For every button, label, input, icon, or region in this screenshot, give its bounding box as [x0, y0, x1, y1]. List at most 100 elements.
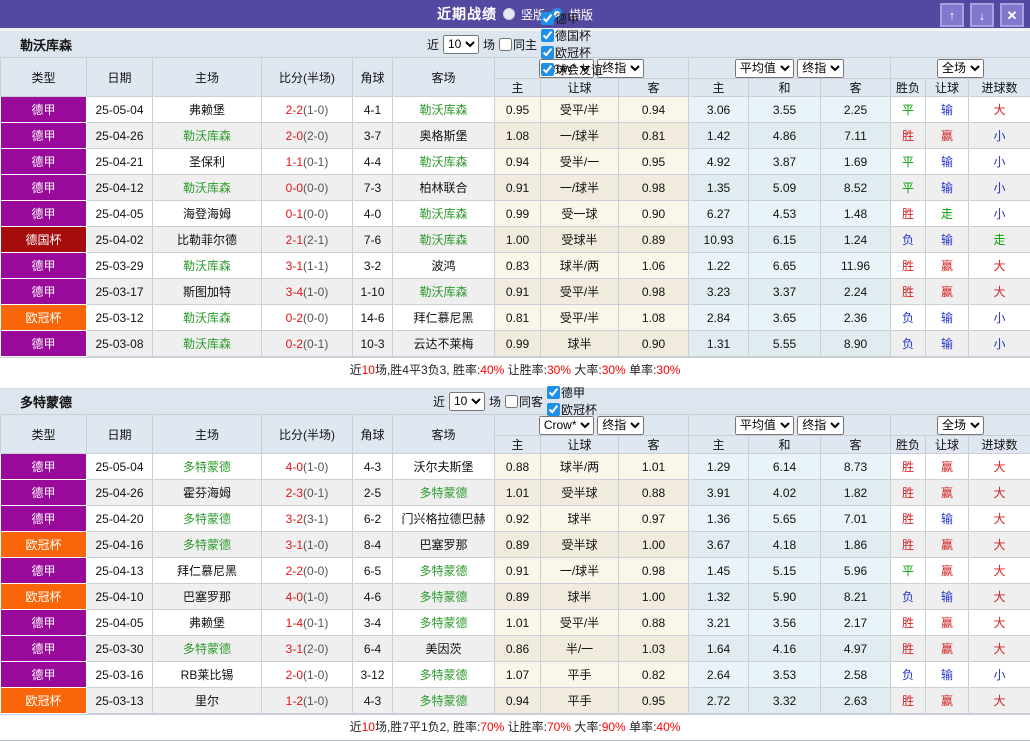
same-venue-filter[interactable]: 同主: [499, 36, 537, 53]
corner-score: 7-6: [353, 227, 393, 253]
summary-segment: 让胜率:: [504, 363, 547, 377]
ah-line: 一/球半: [541, 123, 619, 149]
league-filter[interactable]: 欧冠杯: [547, 401, 597, 418]
col-type: 类型: [1, 415, 87, 454]
ah-away-odds: 0.98: [619, 279, 689, 305]
recent-label-pre: 近: [433, 393, 445, 410]
ah-away-odds: 1.03: [619, 636, 689, 662]
avg-away-odds: 8.52: [821, 175, 891, 201]
avg-draw-odds: 5.65: [749, 506, 821, 532]
corner-score: 3-12: [353, 662, 393, 688]
same-venue-checkbox[interactable]: [505, 395, 518, 408]
ah-time-select[interactable]: 终指: [597, 416, 644, 435]
ah-away-odds: 0.98: [619, 175, 689, 201]
league-filter[interactable]: 球会友谊: [541, 61, 603, 78]
match-date: 25-03-17: [87, 279, 153, 305]
recent-count-select[interactable]: 10: [449, 392, 485, 411]
league-filter[interactable]: 欧冠杯: [541, 44, 603, 61]
half-score: (0-0): [303, 181, 328, 195]
filter-controls: 近 10 场 同主 德甲德国杯欧冠杯球会友谊: [0, 10, 1030, 78]
same-venue-filter[interactable]: 同客: [505, 393, 543, 410]
ah-result-badge: 输: [926, 175, 969, 201]
match-date: 25-04-12: [87, 175, 153, 201]
scope-select[interactable]: 全场: [937, 416, 984, 435]
half-score: (1-0): [303, 590, 328, 604]
avg-home-odds: 1.45: [689, 558, 749, 584]
avg-home-odds: 3.23: [689, 279, 749, 305]
corner-score: 4-3: [353, 688, 393, 714]
goals-result-badge: 小: [969, 149, 1030, 175]
away-team: 勒沃库森: [393, 279, 495, 305]
avg-away-odds: 2.17: [821, 610, 891, 636]
home-team: 多特蒙德: [153, 454, 262, 480]
away-team: 奥格斯堡: [393, 123, 495, 149]
match-date: 25-04-10: [87, 584, 153, 610]
league-filter[interactable]: 德甲: [541, 10, 603, 27]
recent-count-select[interactable]: 10: [443, 35, 479, 54]
score-cell: 3-1(1-0): [262, 532, 353, 558]
same-venue-checkbox[interactable]: [499, 38, 512, 51]
match-row: 欧冠杯25-04-16多特蒙德3-1(1-0)8-4巴塞罗那0.89受半球1.0…: [1, 532, 1030, 558]
corner-score: 3-4: [353, 610, 393, 636]
avg-away-odds: 8.21: [821, 584, 891, 610]
match-date: 25-04-21: [87, 149, 153, 175]
match-date: 25-04-26: [87, 123, 153, 149]
league-badge: 德甲: [1, 97, 87, 123]
summary-segment: 30%: [656, 363, 680, 377]
league-filter[interactable]: 德甲: [547, 384, 597, 401]
league-filter[interactable]: 德国杯: [541, 27, 603, 44]
result-badge: 胜: [891, 454, 926, 480]
home-team: 里尔: [153, 688, 262, 714]
col-score: 比分(半场): [262, 415, 353, 454]
home-team: 多特蒙德: [153, 636, 262, 662]
ah-home-odds: 1.07: [495, 662, 541, 688]
half-score: (1-0): [303, 460, 328, 474]
league-badge: 德甲: [1, 610, 87, 636]
filter-controls: 近 10 场 同客 德甲欧冠杯: [0, 384, 1030, 418]
league-filter-checkbox[interactable]: [541, 29, 554, 42]
avg-time-select[interactable]: 终指: [797, 416, 844, 435]
full-score: 2-3: [286, 486, 303, 500]
goals-result-badge: 大: [969, 636, 1030, 662]
away-team: 多特蒙德: [393, 584, 495, 610]
league-filter-checkbox[interactable]: [547, 403, 560, 416]
full-score: 0-2: [286, 311, 303, 325]
ah-result-badge: 赢: [926, 454, 969, 480]
ah-result-badge: 赢: [926, 532, 969, 558]
avg-select[interactable]: 平均值: [735, 416, 794, 435]
league-filter-checkbox[interactable]: [541, 12, 554, 25]
full-score: 1-4: [286, 616, 303, 630]
full-score: 3-2: [286, 512, 303, 526]
result-badge: 负: [891, 584, 926, 610]
half-score: (0-0): [303, 311, 328, 325]
result-badge: 平: [891, 558, 926, 584]
goals-result-badge: 大: [969, 480, 1030, 506]
full-score: 2-2: [286, 564, 303, 578]
ah-result-badge: 走: [926, 201, 969, 227]
corner-score: 6-5: [353, 558, 393, 584]
league-filter-checkbox[interactable]: [541, 46, 554, 59]
results-body: 德甲25-05-04多特蒙德4-0(1-0)4-3沃尔夫斯堡0.88球半/两1.…: [1, 454, 1030, 714]
result-badge: 胜: [891, 480, 926, 506]
col-result: 胜负: [891, 79, 926, 97]
league-filter-checkbox[interactable]: [547, 386, 560, 399]
away-team: 多特蒙德: [393, 662, 495, 688]
league-filter-checkbox[interactable]: [541, 63, 554, 76]
col-ah-result: 让球: [926, 79, 969, 97]
half-score: (0-1): [303, 616, 328, 630]
result-badge: 胜: [891, 253, 926, 279]
score-cell: 2-2(1-0): [262, 97, 353, 123]
col-avg-draw: 和: [749, 79, 821, 97]
ah-line: 受半球: [541, 480, 619, 506]
summary-segment: 30%: [602, 363, 626, 377]
match-date: 25-04-05: [87, 610, 153, 636]
odds-source-select[interactable]: Crow*: [539, 416, 594, 435]
corner-score: 10-3: [353, 331, 393, 357]
ah-home-odds: 0.86: [495, 636, 541, 662]
goals-result-badge: 走: [969, 227, 1030, 253]
score-cell: 2-0(1-0): [262, 662, 353, 688]
summary-text: 近10场,胜4平3负3, 胜率:40% 让胜率:30% 大率:30% 单率:30…: [0, 357, 1030, 383]
avg-draw-odds: 5.15: [749, 558, 821, 584]
avg-draw-odds: 4.18: [749, 532, 821, 558]
match-row: 欧冠杯25-03-12勒沃库森0-2(0-0)14-6拜仁慕尼黑0.81受平/半…: [1, 305, 1030, 331]
